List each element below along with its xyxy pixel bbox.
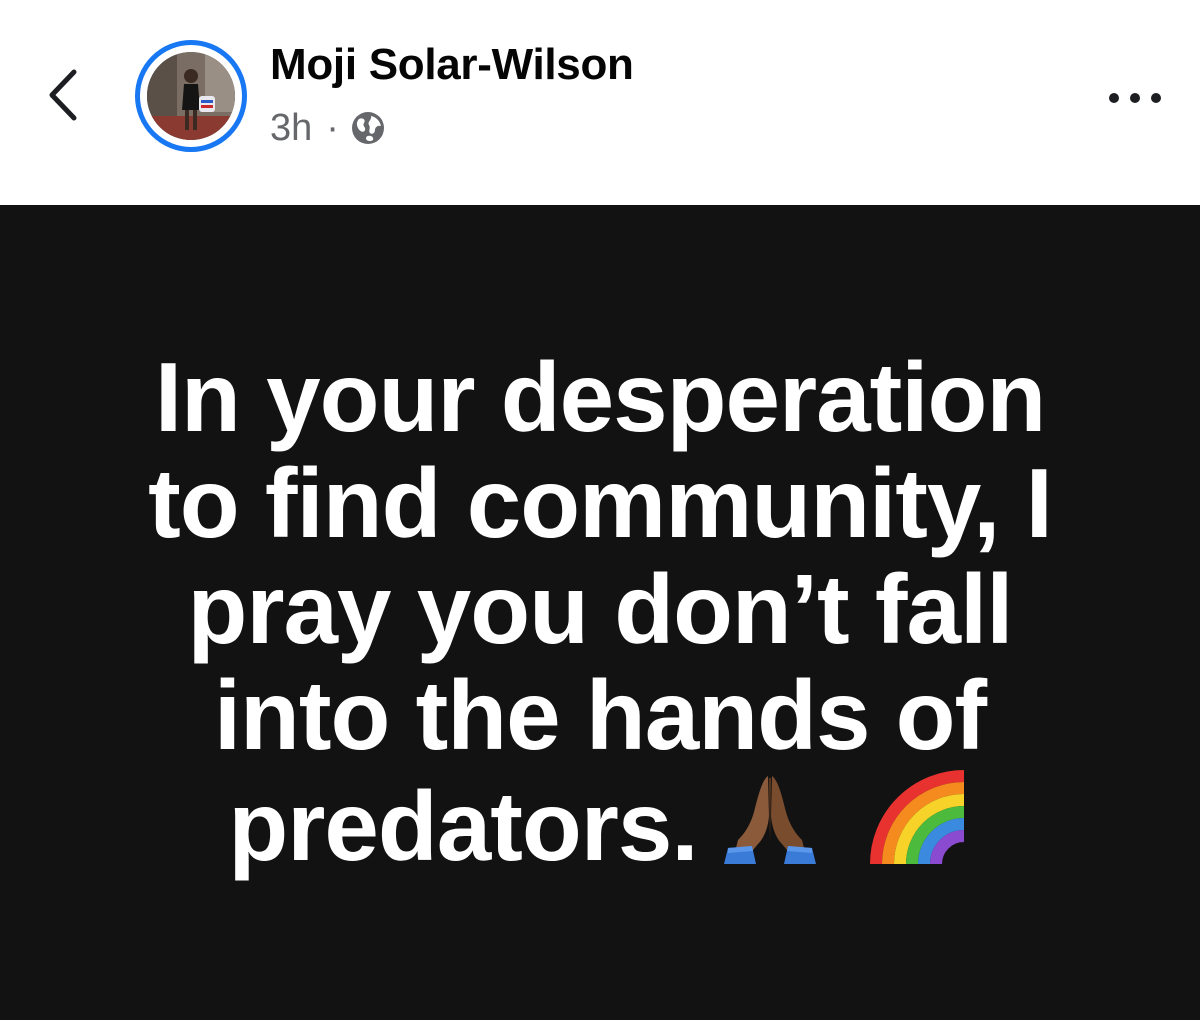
post-timestamp[interactable]: 3h bbox=[270, 107, 312, 150]
avatar[interactable] bbox=[135, 40, 247, 152]
post-text-line: pray you don’t fall bbox=[187, 554, 1014, 664]
chevron-left-icon bbox=[49, 69, 77, 121]
post-text-line-last: predators. bbox=[50, 768, 1150, 879]
author-name[interactable]: Moji Solar-Wilson bbox=[270, 40, 634, 90]
more-options-button[interactable] bbox=[1100, 78, 1170, 118]
post-content: In your desperation to find community, I… bbox=[0, 205, 1200, 1020]
post-text-line: predators. bbox=[228, 771, 698, 881]
post-meta: 3h · bbox=[270, 104, 385, 152]
globe-icon[interactable] bbox=[351, 111, 385, 145]
avatar-photo bbox=[147, 52, 235, 140]
folded-hands-icon bbox=[723, 776, 816, 864]
post-text-line: into the hands of bbox=[213, 660, 987, 770]
post-text-line: to find community, I bbox=[148, 448, 1053, 558]
meta-separator: · bbox=[326, 106, 339, 149]
more-horizontal-icon bbox=[1109, 93, 1161, 103]
rainbow-icon bbox=[869, 770, 965, 865]
post-view: Moji Solar-Wilson 3h · In your desperati… bbox=[0, 0, 1200, 1020]
post-header: Moji Solar-Wilson 3h · bbox=[0, 0, 1200, 205]
post-text-line: In your desperation bbox=[154, 342, 1046, 452]
back-button[interactable] bbox=[40, 60, 90, 130]
post-text: In your desperation to find community, I… bbox=[50, 344, 1150, 879]
